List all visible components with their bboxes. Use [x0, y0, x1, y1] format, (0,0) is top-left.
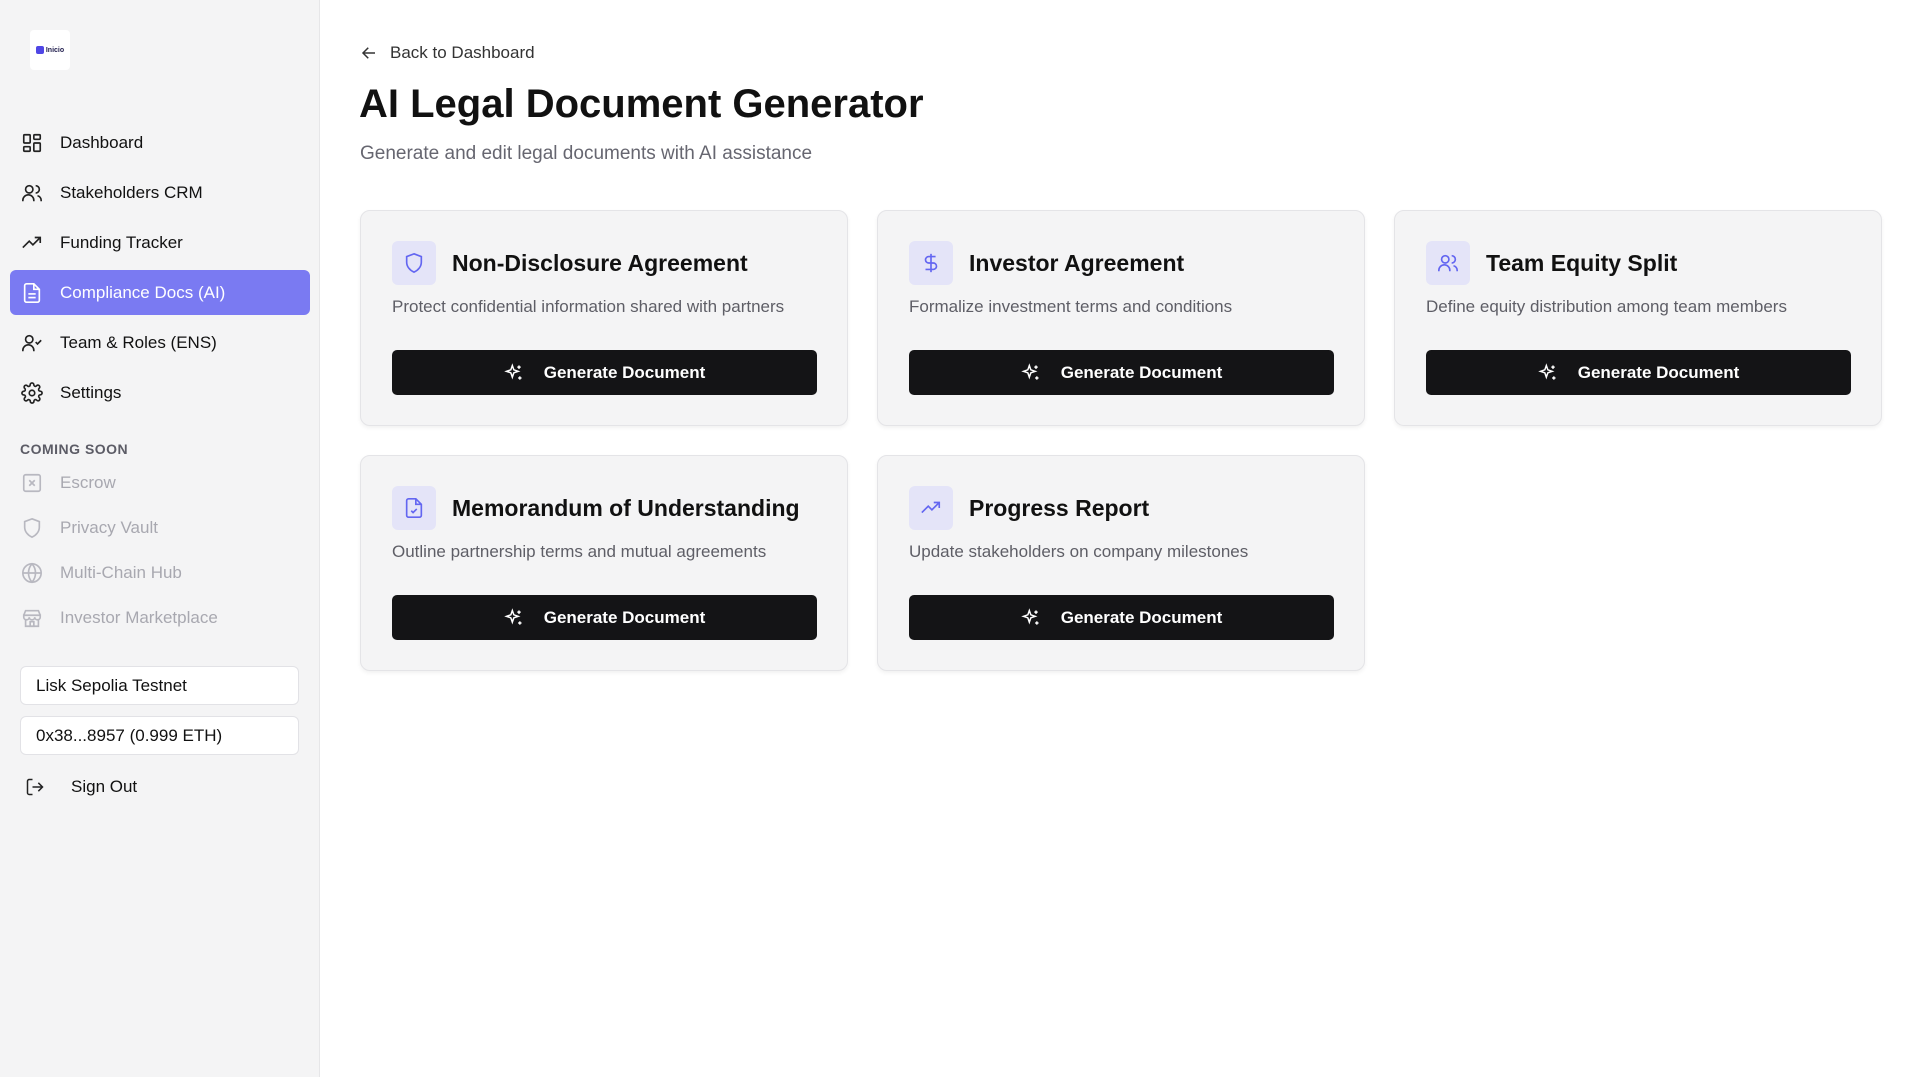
coming-soon-heading: COMING SOON [20, 441, 129, 457]
sidebar-item-label: Funding Tracker [60, 232, 183, 252]
doc-card-investor-agreement: Investor Agreement Formalize investment … [877, 210, 1365, 426]
sidebar-item-stakeholders-crm[interactable]: Stakeholders CRM [10, 170, 310, 215]
sparkles-icon [1537, 362, 1560, 384]
logo-text: Inicio [45, 46, 65, 54]
file-text-icon [20, 281, 44, 305]
globe-icon [20, 561, 44, 585]
card-title: Memorandum of Understanding [452, 494, 800, 521]
sidebar-item-label: Stakeholders CRM [60, 182, 203, 202]
sidebar-item-dashboard[interactable]: Dashboard [10, 120, 310, 165]
sidebar-item-label: Compliance Docs (AI) [60, 282, 226, 302]
sidebar-item-label: Investor Marketplace [60, 607, 218, 627]
generate-document-button[interactable]: Generate Document [392, 595, 817, 640]
app-logo[interactable]: Inicio [30, 30, 70, 70]
file-check-icon [392, 486, 436, 530]
card-description: Outline partnership terms and mutual agr… [392, 542, 767, 561]
sidebar-item-label: Dashboard [60, 132, 144, 152]
sparkles-icon [503, 607, 526, 629]
coming-soon-list: Escrow Privacy Vault Multi-Chain Hub Inv… [10, 460, 310, 640]
back-to-dashboard-link[interactable]: Back to Dashboard [360, 40, 535, 66]
main-content: Back to Dashboard AI Legal Document Gene… [320, 0, 1919, 1077]
arrow-left-icon [360, 43, 380, 63]
card-title: Investor Agreement [969, 249, 1185, 276]
shield-icon [392, 241, 436, 285]
card-description: Protect confidential information shared … [392, 297, 785, 316]
generate-button-label: Generate Document [1060, 607, 1223, 627]
card-header: Memorandum of Understanding [392, 486, 800, 530]
sidebar-item-label: Privacy Vault [60, 517, 158, 537]
back-label: Back to Dashboard [390, 43, 535, 62]
generate-button-label: Generate Document [1577, 362, 1740, 382]
sidebar-item-label: Escrow [60, 472, 116, 492]
trending-up-icon [909, 486, 953, 530]
log-out-icon [25, 776, 47, 798]
card-title: Non-Disclosure Agreement [452, 249, 748, 276]
sidebar: Inicio Dashboard Stakeholders CRM Fundin… [0, 0, 320, 1077]
sidebar-item-investor-marketplace: Investor Marketplace [10, 595, 310, 640]
sidebar-nav: Dashboard Stakeholders CRM Funding Track… [10, 120, 310, 420]
sparkles-icon [1020, 362, 1043, 384]
dollar-icon [909, 241, 953, 285]
wallet-button[interactable]: 0x38...8957 (0.999 ETH) [20, 716, 299, 755]
sidebar-item-label: Team & Roles (ENS) [60, 332, 217, 352]
sidebar-item-funding-tracker[interactable]: Funding Tracker [10, 220, 310, 265]
store-icon [20, 606, 44, 630]
page-subtitle: Generate and edit legal documents with A… [360, 143, 813, 164]
sidebar-item-compliance-docs[interactable]: Compliance Docs (AI) [10, 270, 310, 315]
trending-up-icon [20, 231, 44, 255]
sparkles-icon [503, 362, 526, 384]
page-title: AI Legal Document Generator [359, 82, 924, 126]
generate-button-label: Generate Document [1060, 362, 1223, 382]
doc-card-progress-report: Progress Report Update stakeholders on c… [877, 455, 1365, 671]
logo-mark-icon [35, 46, 44, 54]
users-icon [20, 181, 44, 205]
card-title: Team Equity Split [1486, 249, 1678, 276]
sidebar-item-team-roles[interactable]: Team & Roles (ENS) [10, 320, 310, 365]
card-header: Team Equity Split [1426, 241, 1677, 285]
users-icon [1426, 241, 1470, 285]
gear-icon [20, 381, 44, 405]
square-x-icon [20, 471, 44, 495]
generate-document-button[interactable]: Generate Document [909, 595, 1334, 640]
doc-card-team-equity-split: Team Equity Split Define equity distribu… [1394, 210, 1882, 426]
generate-button-label: Generate Document [543, 362, 706, 382]
sidebar-item-multi-chain-hub: Multi-Chain Hub [10, 550, 310, 595]
card-header: Investor Agreement [909, 241, 1184, 285]
card-description: Update stakeholders on company milestone… [909, 542, 1249, 561]
card-header: Non-Disclosure Agreement [392, 241, 748, 285]
sidebar-item-label: Multi-Chain Hub [60, 562, 182, 582]
generate-document-button[interactable]: Generate Document [1426, 350, 1851, 395]
sidebar-item-escrow: Escrow [10, 460, 310, 505]
network-selector[interactable]: Lisk Sepolia Testnet [20, 666, 299, 705]
sign-out-label: Sign Out [71, 777, 138, 796]
sidebar-item-settings[interactable]: Settings [10, 370, 310, 415]
app-root: Inicio Dashboard Stakeholders CRM Fundin… [0, 0, 1919, 1077]
sign-out-button[interactable]: Sign Out [25, 772, 137, 802]
sidebar-item-privacy-vault: Privacy Vault [10, 505, 310, 550]
sidebar-item-label: Settings [60, 382, 122, 402]
sparkles-icon [1020, 607, 1043, 629]
card-title: Progress Report [969, 494, 1150, 521]
generate-document-button[interactable]: Generate Document [392, 350, 817, 395]
user-check-icon [20, 331, 44, 355]
doc-card-nda: Non-Disclosure Agreement Protect confide… [360, 210, 848, 426]
doc-card-mou: Memorandum of Understanding Outline part… [360, 455, 848, 671]
card-header: Progress Report [909, 486, 1149, 530]
card-description: Define equity distribution among team me… [1426, 297, 1787, 316]
generate-button-label: Generate Document [543, 607, 706, 627]
shield-icon [20, 516, 44, 540]
generate-document-button[interactable]: Generate Document [909, 350, 1334, 395]
card-description: Formalize investment terms and condition… [909, 297, 1233, 316]
layout-grid-icon [20, 131, 44, 155]
